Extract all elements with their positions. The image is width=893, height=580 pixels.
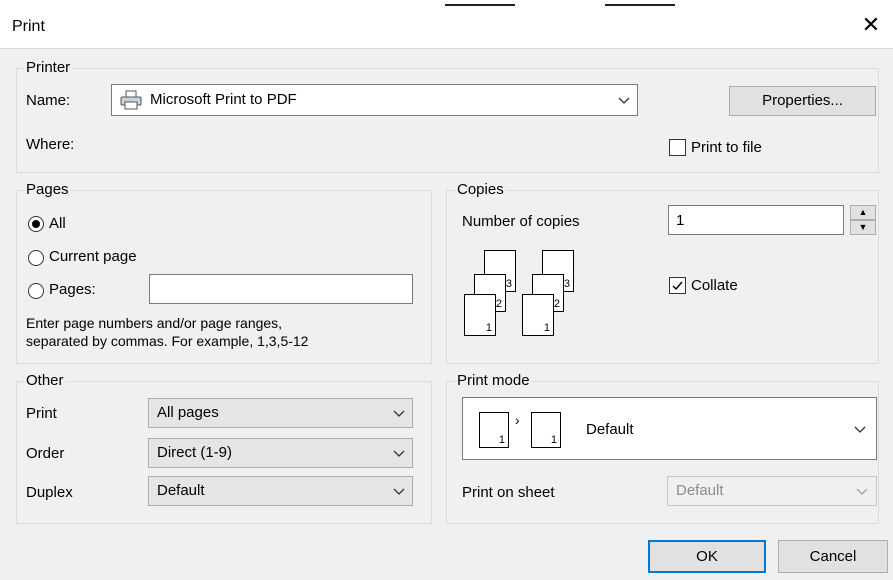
chevron-down-icon (854, 426, 866, 433)
print-on-sheet-select[interactable]: Default (667, 476, 877, 506)
all-label: All (49, 215, 66, 232)
arrow-right-icon: › (515, 412, 520, 428)
properties-button[interactable]: Properties... (729, 86, 876, 116)
print-range-select[interactable]: All pages (148, 398, 413, 428)
chevron-down-icon (393, 410, 405, 417)
spin-down-icon[interactable]: ▼ (850, 220, 876, 235)
pages-legend: Pages (24, 181, 71, 198)
page-icon: 1 (479, 412, 509, 448)
pages-hint-line2: separated by commas. For example, 1,3,5-… (26, 333, 309, 349)
printer-name-select[interactable]: Microsoft Print to PDF (111, 84, 638, 116)
order-value: Direct (1-9) (157, 444, 233, 461)
printer-icon (120, 90, 142, 110)
order-select[interactable]: Direct (1-9) (148, 438, 413, 468)
printer-legend: Printer (24, 59, 73, 76)
current-page-label: Current page (49, 248, 137, 265)
name-label: Name: (26, 92, 71, 109)
number-of-copies-label: Number of copies (462, 213, 580, 230)
chevron-down-icon (393, 450, 405, 457)
duplex-select[interactable]: Default (148, 476, 413, 506)
where-label: Where: (26, 136, 75, 153)
print-on-sheet-label: Print on sheet (462, 484, 555, 501)
copies-legend: Copies (455, 181, 506, 198)
collate-illustration-2: 3 2 1 (522, 250, 582, 340)
cancel-button[interactable]: Cancel (778, 540, 888, 573)
other-legend: Other (24, 372, 66, 389)
copies-spinner[interactable]: ▲ ▼ (850, 205, 876, 235)
duplex-label: Duplex (26, 484, 73, 501)
order-label: Order (26, 445, 65, 462)
print-to-file-checkbox[interactable] (669, 139, 686, 156)
pages-input[interactable] (149, 274, 413, 304)
print-mode-legend: Print mode (455, 372, 532, 389)
checkmark-icon (672, 281, 683, 291)
collate-label: Collate (691, 277, 738, 294)
decorative-line (605, 4, 675, 6)
current-page-radio[interactable] (28, 250, 44, 266)
all-radio[interactable] (28, 216, 44, 232)
page-icon: 1 (531, 412, 561, 448)
printer-name-value: Microsoft Print to PDF (150, 91, 297, 108)
print-mode-value: Default (586, 421, 634, 438)
collate-checkbox[interactable] (669, 277, 686, 294)
pages-hint-line1: Enter page numbers and/or page ranges, (26, 315, 283, 331)
pages-label: Pages: (49, 281, 96, 298)
ok-button[interactable]: OK (648, 540, 766, 573)
chevron-down-icon (856, 488, 868, 495)
print-mode-select[interactable]: 1 › 1 Default (462, 397, 877, 460)
print-to-file-label: Print to file (691, 139, 762, 156)
chevron-down-icon (618, 97, 630, 104)
spin-up-icon[interactable]: ▲ (850, 205, 876, 220)
copies-input[interactable]: 1 (668, 205, 844, 235)
duplex-value: Default (157, 482, 205, 499)
title-bar: Print ✕ (0, 0, 893, 49)
print-range-value: All pages (157, 404, 219, 421)
window-title: Print (12, 18, 45, 35)
print-on-sheet-value: Default (676, 482, 724, 499)
close-icon[interactable]: ✕ (858, 12, 884, 38)
copies-value: 1 (676, 212, 685, 229)
pages-radio[interactable] (28, 283, 44, 299)
print-label: Print (26, 405, 57, 422)
collate-illustration-1: 3 2 1 (464, 250, 524, 340)
chevron-down-icon (393, 488, 405, 495)
decorative-line (445, 4, 515, 6)
